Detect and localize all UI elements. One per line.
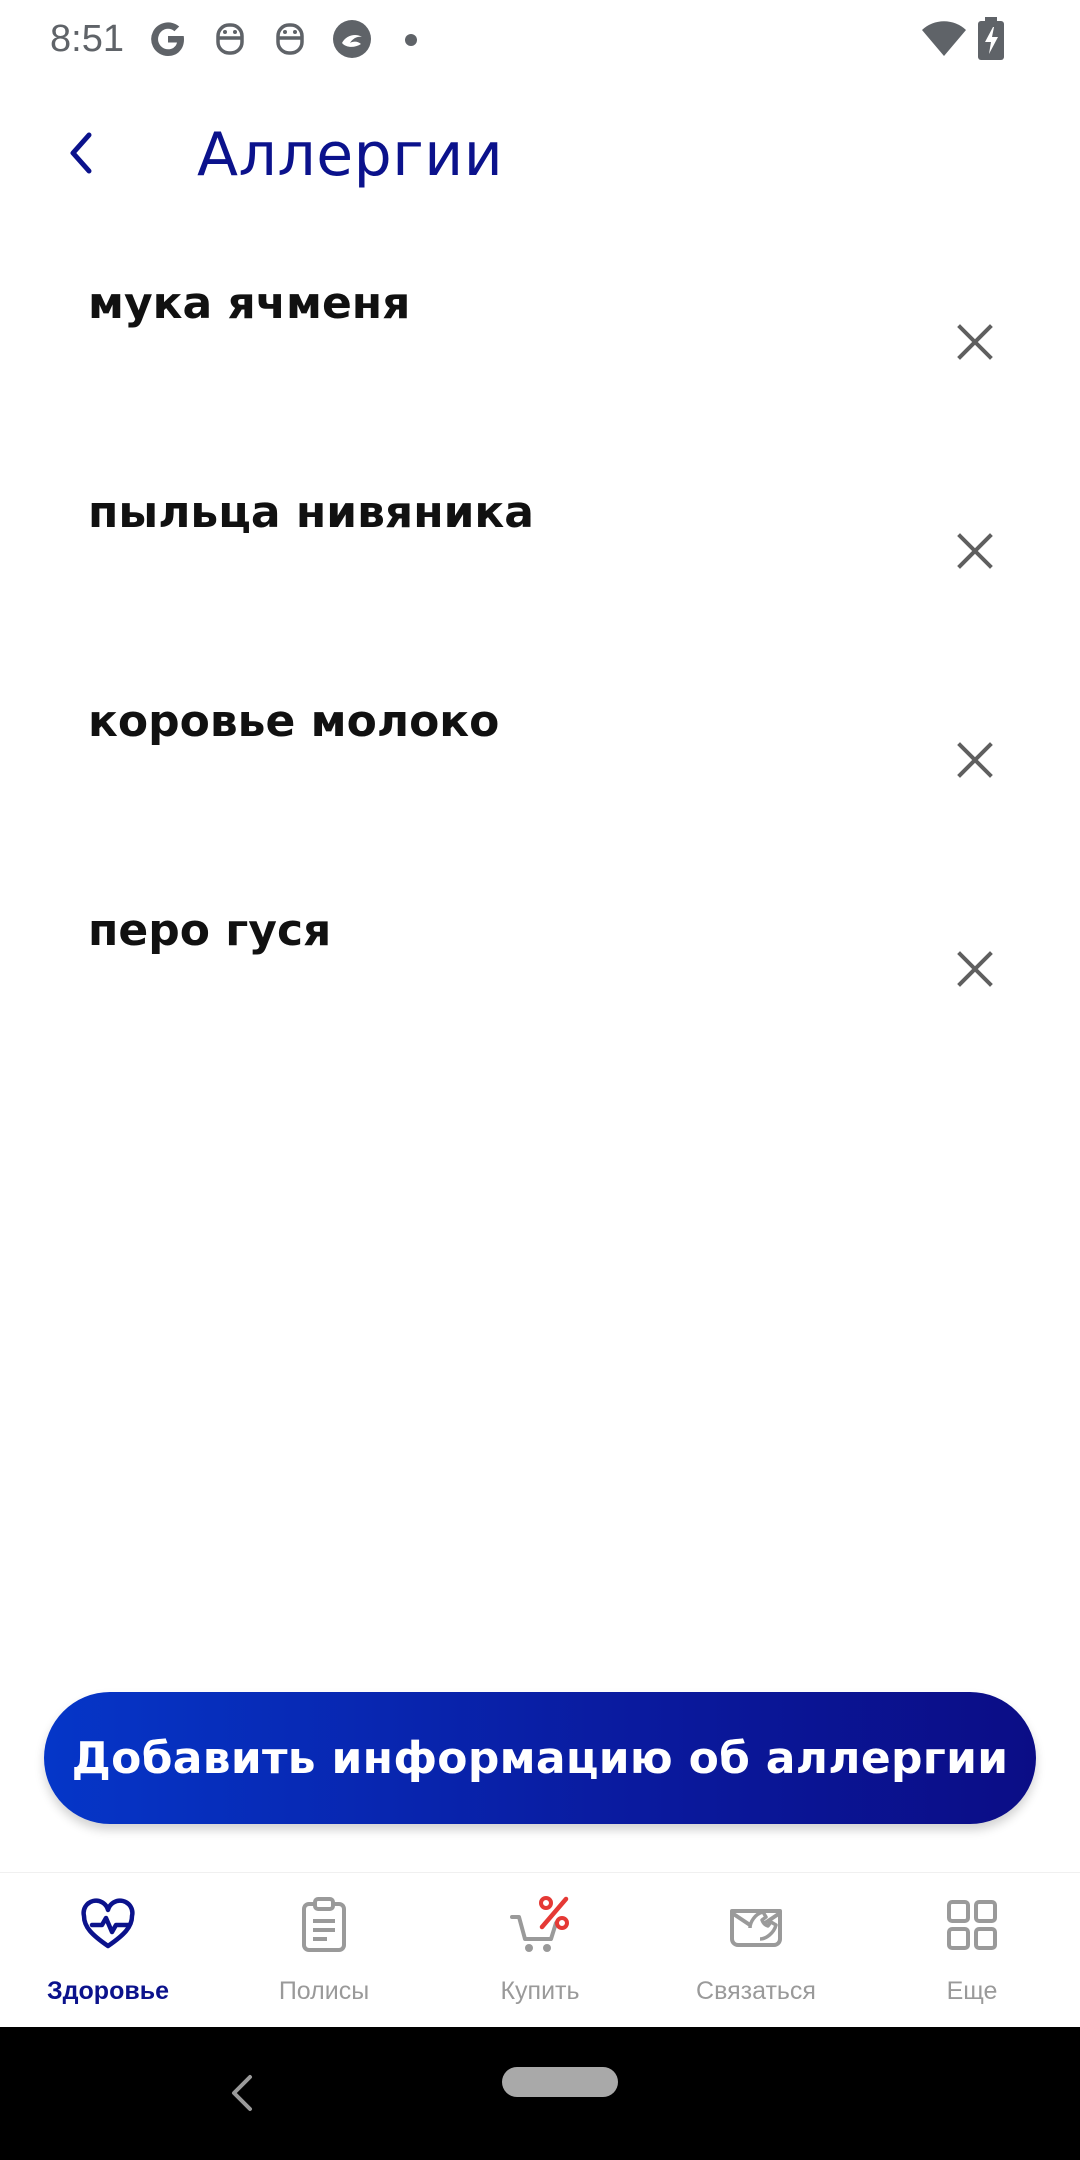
nav-item-buy[interactable]: Купить [432, 1873, 648, 2028]
nav-item-health[interactable]: Здоровье [0, 1873, 216, 2028]
close-icon [957, 742, 993, 778]
list-item: перо гуся [0, 877, 1080, 1086]
nav-label: Еще [946, 1977, 998, 2005]
remove-allergy-button[interactable] [945, 312, 1005, 372]
add-allergy-button[interactable]: Добавить информацию об аллергии [44, 1692, 1036, 1824]
list-item: коровье молоко [0, 668, 1080, 877]
list-item: мука ячменя [0, 250, 1080, 459]
nav-label: Полисы [278, 1977, 370, 2005]
nav-label: Купить [500, 1977, 580, 2005]
nav-item-policies[interactable]: Полисы [216, 1873, 432, 2028]
google-icon [151, 22, 184, 56]
nav-item-contact[interactable]: Связаться [648, 1873, 864, 2028]
back-button[interactable] [50, 118, 110, 188]
status-bar: 8:51 [0, 0, 1080, 78]
battery-charging-icon [978, 17, 1004, 60]
list-item: пыльца нивяника [0, 459, 1080, 668]
heart-pulse-icon [81, 1898, 135, 1949]
allergy-list: мука ячменя пыльца нивяника коровье моло… [0, 250, 1080, 1086]
circle-app-icon [333, 20, 371, 58]
robot-icon [276, 23, 304, 55]
close-icon [957, 324, 993, 360]
bottom-nav: Здоровье Полисы Купить Связаться Еще [0, 1872, 1080, 2027]
allergies-screen: 8:51 Аллергии мука ячменя пыльца нивяник… [0, 0, 1080, 2160]
envelope-phone-icon [730, 1909, 782, 1947]
clipboard-icon [302, 1897, 346, 1952]
grid-icon [947, 1900, 997, 1950]
cart-percent-icon [510, 1896, 569, 1952]
chevron-left-icon [70, 132, 92, 174]
nav-label: Здоровье [47, 1977, 169, 2005]
allergy-name: пыльца нивяника [88, 487, 534, 538]
nav-label: Связаться [696, 1977, 816, 2005]
system-home-pill[interactable] [502, 2067, 618, 2097]
status-time: 8:51 [50, 18, 124, 60]
system-back-icon[interactable] [222, 2071, 262, 2115]
allergy-name: коровье молоко [88, 696, 500, 747]
remove-allergy-button[interactable] [945, 730, 1005, 790]
close-icon [957, 533, 993, 569]
nav-item-more[interactable]: Еще [864, 1873, 1080, 2028]
system-nav-bar [0, 2027, 1080, 2160]
allergy-name: перо гуся [88, 905, 332, 956]
page-title: Аллергии [197, 120, 504, 190]
allergy-name: мука ячменя [88, 278, 411, 329]
remove-allergy-button[interactable] [945, 521, 1005, 581]
app-header: Аллергии [0, 78, 1080, 238]
remove-allergy-button[interactable] [945, 939, 1005, 999]
wifi-icon [922, 21, 966, 56]
robot-icon [216, 23, 244, 55]
close-icon [957, 951, 993, 987]
more-notifications-dot [405, 34, 417, 46]
